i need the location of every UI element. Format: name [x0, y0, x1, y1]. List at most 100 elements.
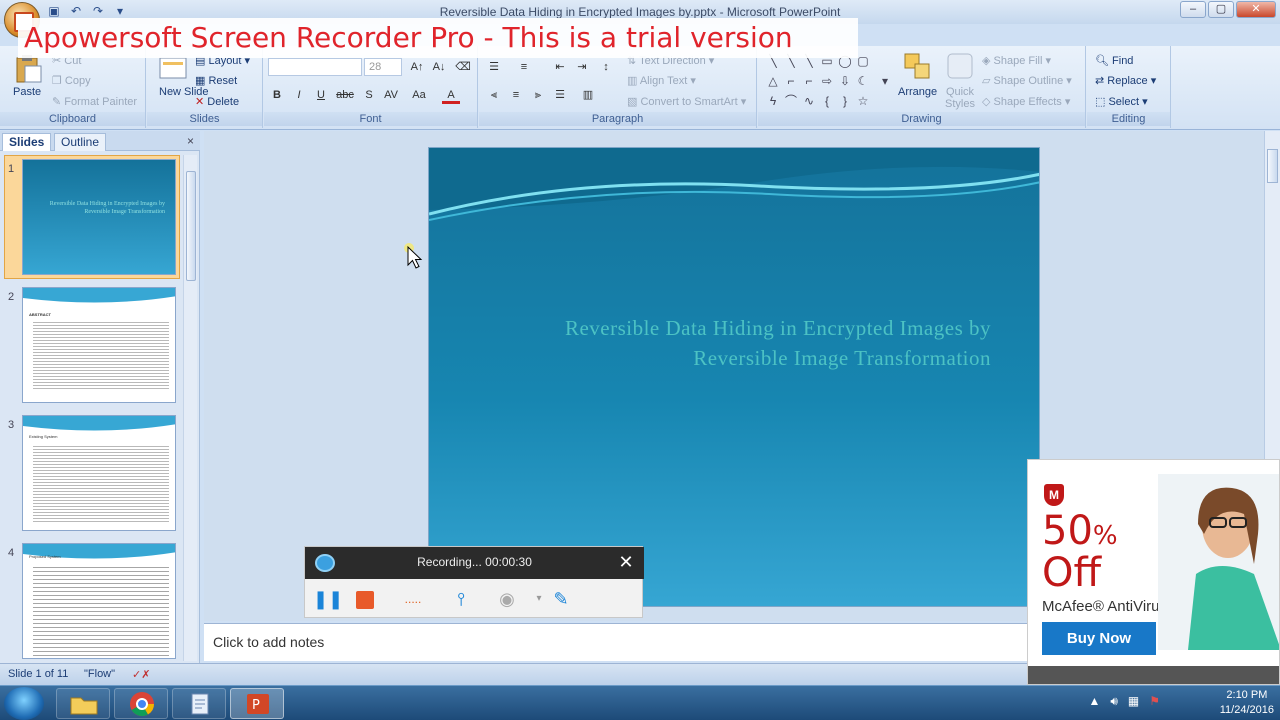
delete-button[interactable]: ✕ Delete: [195, 95, 239, 108]
bold-button[interactable]: B: [268, 86, 286, 104]
clear-formatting-icon[interactable]: ⌫: [454, 58, 472, 76]
new-slide-button[interactable]: New Slide: [153, 52, 209, 114]
slides-pane-scroll-thumb[interactable]: [186, 171, 196, 281]
strikethrough-button[interactable]: abc: [336, 86, 354, 104]
slide-thumbnail-1[interactable]: Reversible Data Hiding in Encrypted Imag…: [22, 159, 176, 275]
annotation-dashes-icon[interactable]: .....: [401, 587, 425, 611]
shape-brace-right-icon[interactable]: }: [838, 94, 852, 108]
shapes-gallery[interactable]: ╲ ╲ ╲ ▭ ◯ ▢ △ ⌐ ⌐ ⇨ ⇩ ☾ ϟ ⌒ ∿ { } ☆ ▾: [766, 52, 892, 110]
close-button[interactable]: ✕: [1236, 1, 1276, 18]
align-right-icon[interactable]: ⫸: [529, 86, 547, 104]
paste-button[interactable]: Paste: [8, 52, 48, 114]
shape-effects-button[interactable]: ◇ Shape Effects ▾: [982, 95, 1070, 108]
webcam-icon[interactable]: ◉: [495, 587, 519, 611]
select-button[interactable]: ⬚ Select ▾: [1095, 95, 1148, 108]
main-scroll-thumb[interactable]: [1267, 149, 1278, 183]
grow-font-icon[interactable]: A↑: [408, 58, 426, 76]
shape-outline-button[interactable]: ▱ Shape Outline ▾: [982, 74, 1072, 87]
spell-check-icon[interactable]: ✓✗: [132, 668, 150, 681]
find-icon: 🔍︎: [1095, 55, 1109, 67]
align-center-icon[interactable]: ≡: [507, 86, 525, 104]
editing-group-label: Editing: [1087, 112, 1170, 126]
ribbon: Paste ✂ Cut ❐ Copy ✎ Format Painter Clip…: [0, 46, 1280, 130]
justify-icon[interactable]: ☰: [551, 86, 569, 104]
convert-smartart-button[interactable]: ▧ Convert to SmartArt ▾: [627, 95, 746, 108]
taskbar-chrome[interactable]: [114, 688, 168, 719]
underline-button[interactable]: U: [312, 86, 330, 104]
pen-tool-icon[interactable]: ⫯: [449, 587, 473, 611]
shape-arrow-down-icon[interactable]: ⇩: [838, 74, 852, 88]
slides-pane-scrollbar[interactable]: [183, 155, 197, 661]
shape-elbow2-icon[interactable]: ⌐: [802, 74, 816, 88]
webcam-dropdown-icon[interactable]: ▾: [527, 587, 551, 611]
shape-fill-button[interactable]: ◈ Shape Fill ▾: [982, 54, 1051, 67]
stop-recording-icon[interactable]: [353, 587, 377, 611]
maximize-button[interactable]: ▢: [1208, 1, 1234, 18]
shape-rounded-rect-icon[interactable]: ▢: [856, 54, 870, 68]
decrease-indent-icon[interactable]: ⇤: [551, 58, 569, 76]
format-painter-button[interactable]: ✎ Format Painter: [52, 95, 137, 108]
slide-thumbnail-3[interactable]: Existing System: [22, 415, 176, 531]
slide-thumbnail-2[interactable]: ABSTRACT: [22, 287, 176, 403]
shape-arrow-right-icon[interactable]: ⇨: [820, 74, 834, 88]
shape-arc-icon[interactable]: ⌒: [784, 94, 798, 108]
align-left-icon[interactable]: ⫷: [485, 86, 503, 104]
slide-thumbnail-4[interactable]: Proposed System: [22, 543, 176, 659]
tab-outline[interactable]: Outline: [54, 133, 107, 151]
numbering-icon[interactable]: ≡: [515, 58, 533, 76]
font-size-dropdown[interactable]: 28: [364, 58, 402, 76]
copy-button[interactable]: ❐ Copy: [52, 74, 91, 87]
recorder-close-button[interactable]: ✕: [616, 551, 636, 573]
reset-button[interactable]: ▦ Reset: [195, 74, 237, 87]
font-color-button[interactable]: A: [442, 86, 460, 104]
align-text-label: Align Text: [639, 75, 688, 87]
pause-icon[interactable]: ❚❚: [313, 587, 343, 611]
quick-styles-button[interactable]: Quick Styles: [942, 50, 978, 112]
character-spacing-button[interactable]: AV: [382, 86, 400, 104]
taskbar-powerpoint[interactable]: P: [230, 688, 284, 719]
italic-button[interactable]: I: [290, 86, 308, 104]
shape-triangle-icon[interactable]: △: [766, 74, 780, 88]
replace-button[interactable]: ⇄ Replace ▾: [1095, 74, 1156, 87]
select-label: Select: [1108, 96, 1140, 108]
pane-close-icon[interactable]: ×: [187, 134, 194, 148]
show-hidden-icons-icon[interactable]: ▲: [1088, 694, 1100, 709]
find-label: Find: [1112, 55, 1134, 67]
thumb-2-body: [33, 320, 169, 390]
taskbar-notepad[interactable]: [172, 688, 226, 719]
columns-icon[interactable]: ▥: [579, 86, 597, 104]
taskbar-explorer[interactable]: [56, 688, 110, 719]
ad-off-text: Off: [1042, 550, 1102, 596]
line-spacing-icon[interactable]: ↕: [597, 58, 615, 76]
select-icon: ⬚: [1095, 96, 1106, 108]
increase-indent-icon[interactable]: ⇥: [573, 58, 591, 76]
font-name-dropdown[interactable]: [268, 58, 362, 76]
slide-title[interactable]: Reversible Data Hiding in Encrypted Imag…: [469, 313, 991, 373]
bullets-icon[interactable]: ☰: [485, 58, 503, 76]
arrange-button[interactable]: Arrange: [896, 50, 940, 112]
flag-icon[interactable]: ⚑: [1149, 694, 1160, 709]
find-button[interactable]: 🔍︎ Find: [1095, 54, 1133, 67]
minimize-button[interactable]: –: [1180, 1, 1206, 18]
mcafee-shield-icon: M: [1044, 484, 1064, 506]
shapes-more-icon[interactable]: ▾: [878, 74, 892, 88]
shadow-button[interactable]: S: [360, 86, 378, 104]
start-button[interactable]: [4, 687, 44, 720]
pencil-icon[interactable]: ✎: [549, 587, 573, 611]
volume-icon[interactable]: 🔊︎: [1110, 694, 1118, 709]
shape-elbow-icon[interactable]: ⌐: [784, 74, 798, 88]
shape-curve-icon[interactable]: ∿: [802, 94, 816, 108]
shape-moon-icon[interactable]: ☾: [856, 74, 870, 88]
tab-slides[interactable]: Slides: [2, 133, 52, 151]
current-slide[interactable]: Reversible Data Hiding in Encrypted Imag…: [428, 147, 1040, 607]
clock[interactable]: 2:10 PM 11/24/2016: [1220, 688, 1274, 718]
network-icon[interactable]: ▦: [1128, 694, 1139, 709]
shrink-font-icon[interactable]: A↓: [430, 58, 448, 76]
buy-now-button[interactable]: Buy Now: [1042, 622, 1156, 655]
mcafee-ad[interactable]: M 50% Off McAfee® AntiVirus Buy Now: [1027, 459, 1280, 685]
shape-lightning-icon[interactable]: ϟ: [766, 94, 780, 108]
shape-star-icon[interactable]: ☆: [856, 94, 870, 108]
change-case-button[interactable]: Aa: [410, 86, 428, 104]
align-text-button[interactable]: ▥ Align Text ▾: [627, 74, 696, 87]
shape-brace-left-icon[interactable]: {: [820, 94, 834, 108]
